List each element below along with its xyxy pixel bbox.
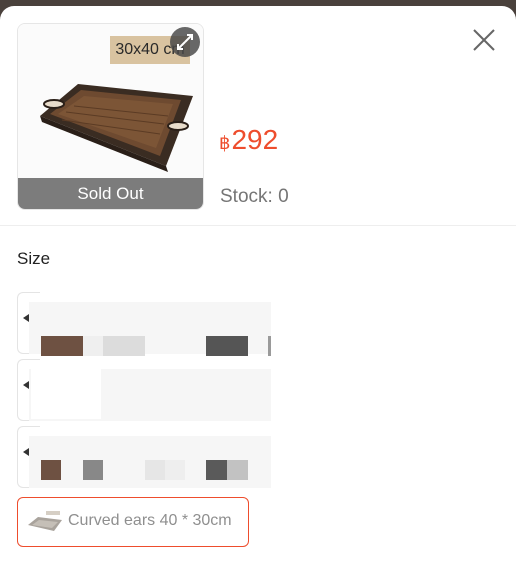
close-icon[interactable] <box>470 26 498 54</box>
size-option-selected[interactable]: Curved ears 40 * 30cm <box>17 497 249 547</box>
variation-sheet: 30x40 cm Sold Out ฿292 Stock: 0 Size Cur… <box>0 6 516 566</box>
option-thumbnail <box>28 511 62 531</box>
option-thumb-icon <box>23 448 29 456</box>
size-option-3[interactable] <box>17 426 271 488</box>
option-label: Curved ears 40 * 30cm <box>68 512 232 529</box>
sold-out-badge: Sold Out <box>18 178 203 209</box>
variation-title: Size <box>17 249 51 268</box>
expand-icon[interactable] <box>170 27 200 57</box>
product-thumbnail[interactable]: 30x40 cm Sold Out <box>17 23 204 210</box>
option-thumb-icon <box>23 381 29 389</box>
size-option-1[interactable] <box>17 292 271 356</box>
option-thumb-icon <box>23 314 29 322</box>
size-option-2[interactable] <box>17 359 271 421</box>
price: ฿292 <box>219 124 278 156</box>
stock-count: Stock: 0 <box>220 186 289 207</box>
divider <box>0 225 516 226</box>
currency-symbol: ฿ <box>219 133 231 153</box>
price-value: 292 <box>231 124 279 155</box>
